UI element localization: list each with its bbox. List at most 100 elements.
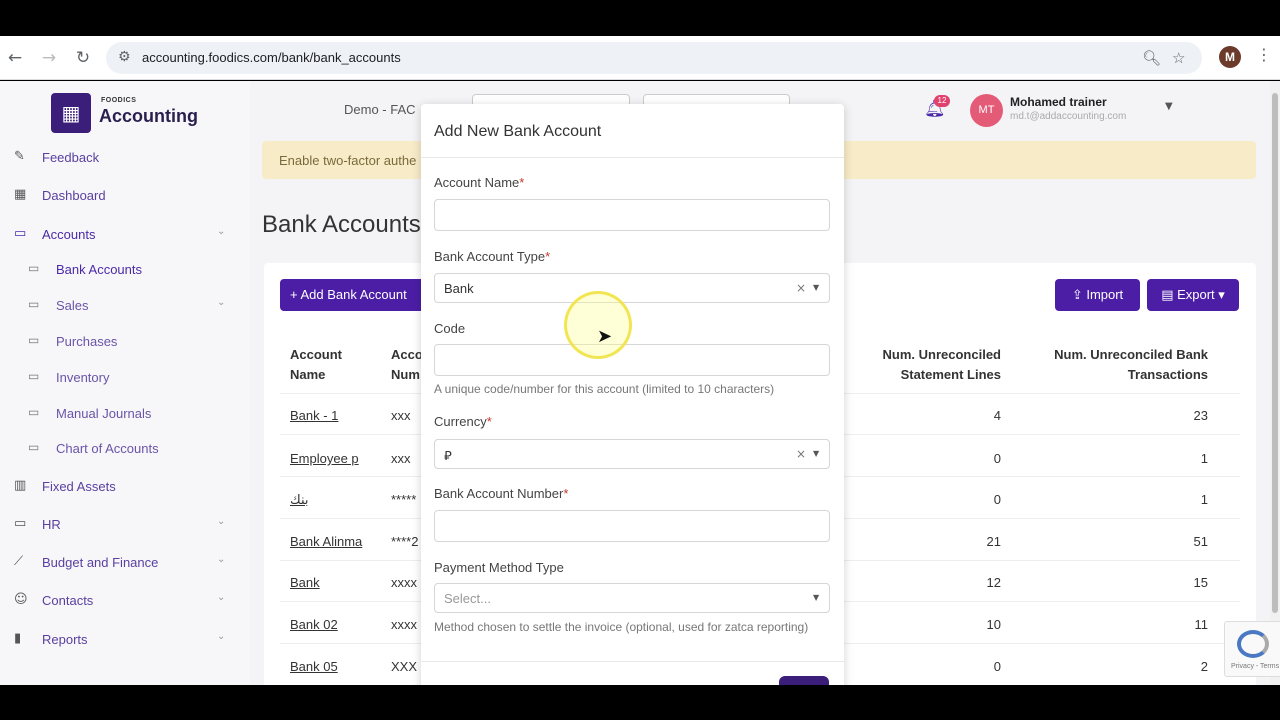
account-name-label: Account Name*: [434, 175, 524, 190]
sidebar-item-sales[interactable]: ▭ Sales ⌄: [28, 295, 234, 317]
sidebar-item-feedback[interactable]: ✎ Feedback: [14, 147, 234, 169]
account-name-link[interactable]: بنك: [290, 492, 309, 508]
column-header-account-number[interactable]: Acco Num: [391, 345, 423, 385]
account-name-link[interactable]: Bank 05: [290, 659, 338, 674]
payment-method-type-select[interactable]: Select... ▼: [434, 583, 830, 613]
bank-account-type-select[interactable]: Bank × ▼: [434, 273, 830, 303]
column-header-unreconciled-bank-transactions[interactable]: Num. Unreconciled Bank Transactions: [1028, 345, 1208, 385]
user-name[interactable]: Mohamed trainer: [1010, 95, 1107, 109]
calculator-icon[interactable]: ▦: [51, 93, 91, 133]
selected-value: ⃁: [444, 448, 452, 463]
browser-toolbar: ← → ↻ ⚙ accounting.foodics.com/bank/bank…: [0, 36, 1280, 80]
label-text: Bank Account Type: [434, 249, 546, 264]
browser-profile-avatar[interactable]: M: [1219, 46, 1241, 68]
unreconciled-statement-count: 0: [993, 451, 1001, 466]
account-name-link[interactable]: Bank Alinma: [290, 534, 362, 549]
account-number: XXX: [391, 659, 418, 674]
caret-down-icon[interactable]: ▼: [813, 593, 819, 602]
briefcase-icon: ▭: [14, 516, 27, 531]
sidebar-item-label: HR: [42, 517, 61, 532]
caret-down-icon[interactable]: ▼: [1165, 101, 1173, 112]
zoom-icon[interactable]: 🔍︎: [1142, 49, 1161, 67]
sidebar: ▦ FOODICS Accounting ✎ Feedback ▦ Dashbo…: [0, 81, 250, 685]
top-black-bar: [0, 0, 1280, 36]
forward-arrow-icon[interactable]: →: [38, 47, 60, 69]
header-line: Num. Unreconciled: [882, 347, 1001, 362]
bank-account-number-label: Bank Account Number*: [434, 486, 568, 501]
sidebar-item-accounts[interactable]: ▭ Accounts ⌄: [14, 224, 234, 246]
recaptcha-icon: [1237, 630, 1269, 658]
sidebar-item-label: Inventory: [56, 370, 110, 385]
label-text: Bank Account Number: [434, 486, 564, 501]
code-label: Code: [434, 321, 465, 336]
briefcase-icon: ▭: [28, 297, 40, 311]
add-bank-account-button[interactable]: + Add Bank Account: [280, 279, 430, 311]
unreconciled-statement-count: 0: [993, 492, 1001, 507]
sidebar-item-contacts[interactable]: ☺ Contacts ⌄: [14, 590, 234, 612]
import-button[interactable]: ⇪ Import: [1055, 279, 1140, 311]
account-name-link[interactable]: Bank: [290, 575, 320, 590]
account-number: xxx: [391, 408, 411, 423]
unreconciled-bank-count: 2: [1200, 659, 1208, 674]
sidebar-item-manual-journals[interactable]: ▭ Manual Journals: [28, 403, 234, 425]
upload-icon: ⇪: [1071, 287, 1087, 302]
unreconciled-statement-count: 10: [986, 617, 1001, 632]
account-name-link[interactable]: Bank 02: [290, 617, 338, 632]
sidebar-item-label: Accounts: [42, 227, 96, 242]
sidebar-item-purchases[interactable]: ▭ Purchases: [28, 331, 234, 353]
sidebar-item-label: Sales: [56, 298, 89, 313]
account-name-link[interactable]: Employee p: [290, 451, 359, 466]
header-line: Account: [290, 347, 342, 362]
column-header-account-name[interactable]: Account Name: [290, 345, 342, 385]
clear-icon[interactable]: ×: [796, 281, 806, 295]
caret-down-icon[interactable]: ▼: [813, 283, 819, 292]
sidebar-item-inventory[interactable]: ▭ Inventory: [28, 367, 234, 389]
briefcase-icon: ▭: [28, 440, 40, 454]
code-input[interactable]: [434, 344, 830, 376]
account-name-link[interactable]: Bank - 1: [290, 408, 338, 423]
recaptcha-text[interactable]: Privacy - Terms: [1231, 663, 1279, 670]
clear-icon[interactable]: ×: [796, 447, 806, 461]
organization-label[interactable]: Demo - FAC: [344, 102, 416, 117]
header-line: Name: [290, 367, 326, 382]
column-header-unreconciled-statement-lines[interactable]: Num. Unreconciled Statement Lines: [864, 345, 1001, 385]
bookmark-star-icon[interactable]: ☆: [1172, 49, 1185, 67]
sidebar-item-label: Reports: [42, 632, 88, 647]
browser-menu-icon[interactable]: ⋮: [1256, 45, 1272, 64]
unreconciled-bank-count: 1: [1200, 492, 1208, 507]
user-email: md.t@addaccounting.com: [1010, 111, 1127, 122]
chevron-down-icon: ⌄: [217, 516, 226, 527]
export-button[interactable]: ▤ Export ▾: [1147, 279, 1239, 311]
sidebar-item-label: Dashboard: [42, 188, 106, 203]
save-button[interactable]: [779, 676, 829, 685]
bank-account-type-label: Bank Account Type*: [434, 249, 550, 264]
back-arrow-icon[interactable]: ←: [4, 47, 26, 69]
sidebar-item-bank-accounts[interactable]: ▭ Bank Accounts: [28, 259, 234, 281]
page-title: Bank Accounts: [262, 211, 421, 238]
scrollbar-thumb[interactable]: [1272, 93, 1278, 613]
url-text[interactable]: accounting.foodics.com/bank/bank_account…: [142, 50, 401, 65]
sidebar-item-budget-and-finance[interactable]: ⟋ Budget and Finance ⌄: [14, 552, 234, 574]
address-bar[interactable]: ⚙ accounting.foodics.com/bank/bank_accou…: [106, 42, 1202, 74]
sidebar-item-chart-of-accounts[interactable]: ▭ Chart of Accounts: [28, 438, 234, 460]
user-avatar[interactable]: MT: [970, 94, 1003, 127]
site-settings-icon[interactable]: ⚙: [118, 49, 131, 65]
sidebar-item-label: Chart of Accounts: [56, 441, 159, 456]
sidebar-item-hr[interactable]: ▭ HR ⌄: [14, 514, 234, 536]
header-line: Statement Lines: [900, 367, 1001, 382]
code-help-text: A unique code/number for this account (l…: [434, 382, 775, 396]
unreconciled-statement-count: 4: [993, 408, 1001, 423]
currency-select[interactable]: ⃁ × ▼: [434, 439, 830, 469]
sidebar-item-dashboard[interactable]: ▦ Dashboard: [14, 185, 234, 207]
modal-divider: [421, 157, 844, 158]
sidebar-item-reports[interactable]: ▮ Reports ⌄: [14, 629, 234, 651]
account-name-input[interactable]: [434, 199, 830, 231]
reload-icon[interactable]: ↻: [72, 47, 94, 69]
bank-account-number-input[interactable]: [434, 510, 830, 542]
briefcase-icon: ▭: [28, 369, 40, 383]
brand-title[interactable]: Accounting: [99, 106, 198, 127]
sidebar-item-fixed-assets[interactable]: ▥ Fixed Assets: [14, 476, 234, 498]
caret-down-icon[interactable]: ▼: [813, 449, 819, 458]
recaptcha-badge[interactable]: Privacy - Terms: [1224, 621, 1280, 677]
sidebar-item-label: Purchases: [56, 334, 118, 349]
